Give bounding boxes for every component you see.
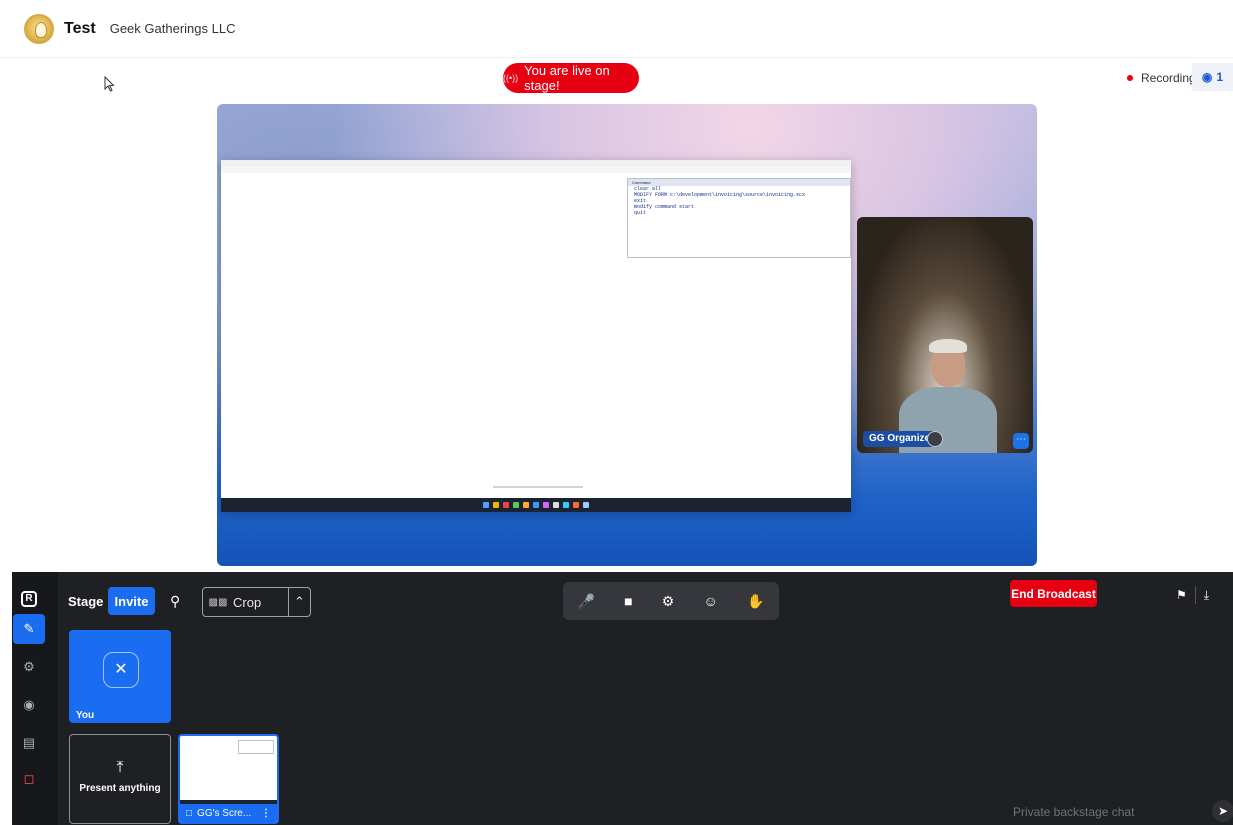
camera-person-hair <box>929 339 967 353</box>
top-bar: Test Geek Gatherings LLC <box>0 0 1233 58</box>
search-icon[interactable]: ⚲ <box>170 593 180 610</box>
recording-label: Recording <box>1141 71 1196 85</box>
event-title: Test <box>64 19 96 37</box>
self-label: You <box>76 710 95 721</box>
crop-label: Crop <box>233 594 262 610</box>
more-options-icon[interactable]: ⋮ <box>261 808 271 819</box>
viewer-count-button[interactable]: ◉ 1 <box>1192 63 1233 91</box>
reaction-icon[interactable]: ☺ <box>704 593 718 609</box>
participant-avatar-icon <box>927 431 943 447</box>
camera-icon[interactable]: ■ <box>624 593 632 609</box>
shared-window-menubar <box>221 167 851 173</box>
share-tile-footer: □ GG's Scre... ⋮ <box>180 804 277 822</box>
wrench-icon[interactable]: ⚙ <box>13 652 45 682</box>
command-window-title: Command <box>628 179 850 186</box>
recording-indicator: Recording <box>1127 71 1196 85</box>
palette-icon[interactable]: ◉ <box>13 690 45 720</box>
media-controls: 🎤 ■ ⚙ ☺ ✋ <box>563 582 779 620</box>
command-window: Command clear all MODIFY FORM c:\develop… <box>627 178 851 258</box>
live-status-text: You are live on stage! <box>524 63 610 93</box>
upload-icon: ⤒ <box>116 759 124 776</box>
stage-logo-icon[interactable]: R <box>13 584 45 614</box>
stage-tab-label[interactable]: Stage <box>68 594 103 609</box>
chat-icon[interactable]: ▤ <box>13 728 45 758</box>
share-preview-window <box>238 740 274 754</box>
camera-tile[interactable]: GG Organizer ⋯ <box>857 217 1033 453</box>
self-tile[interactable]: ✕ You <box>69 630 171 723</box>
crop-layout-select[interactable]: ▩▩ Crop ⌃ <box>202 587 311 617</box>
camera-more-options-icon[interactable]: ⋯ <box>1013 433 1029 449</box>
divider <box>1194 586 1196 604</box>
screen-share-icon: □ <box>186 807 193 819</box>
close-icon[interactable]: ✕ <box>103 652 139 688</box>
send-icon[interactable]: ➤ <box>1212 800 1233 822</box>
shared-window-scrollbar <box>493 486 583 488</box>
eye-icon: ◉ <box>1201 70 1213 84</box>
download-icon[interactable]: ⤓ <box>1204 588 1209 603</box>
raise-hand-icon[interactable]: ✋ <box>747 593 764 610</box>
stage-canvas: Command clear all MODIFY FORM c:\develop… <box>217 104 1037 566</box>
backstage-chat-input[interactable]: Private backstage chat <box>1013 805 1134 819</box>
right-panel-actions: ⚑ ⤓ <box>1176 584 1233 606</box>
broadcast-icon: ((•)) <box>503 73 519 83</box>
shared-screen: Command clear all MODIFY FORM c:\develop… <box>221 160 851 512</box>
present-label: Present anything <box>79 783 161 794</box>
live-status-badge: ((•)) You are live on stage! <box>503 63 639 93</box>
end-broadcast-button[interactable]: End Broadcast <box>1010 580 1097 607</box>
viewer-count: 1 <box>1216 70 1224 84</box>
screen-share-tile[interactable]: □ GG's Scre... ⋮ <box>178 734 279 824</box>
shared-taskbar <box>221 498 851 512</box>
mouse-cursor-icon <box>104 76 115 92</box>
settings-icon[interactable]: ⚙ <box>662 593 675 610</box>
microphone-icon[interactable]: 🎤 <box>578 593 595 610</box>
event-logo-icon <box>24 13 54 44</box>
share-tile-label: GG's Scre... <box>197 807 252 819</box>
present-anything-tile[interactable]: ⤒ Present anything <box>69 734 171 824</box>
command-line: quit <box>634 210 647 216</box>
invite-button[interactable]: Invite <box>108 587 155 615</box>
organization-name: Geek Gatherings LLC <box>109 21 236 36</box>
layout-icon: ▩▩ <box>208 596 228 608</box>
flag-icon[interactable]: ⚑ <box>1176 588 1187 602</box>
recording-dot-icon <box>1127 75 1133 81</box>
chevron-up-icon[interactable]: ⌃ <box>288 588 310 616</box>
exit-icon[interactable]: ◻ <box>13 764 45 794</box>
brush-icon[interactable]: ✎ <box>13 614 45 644</box>
shared-window-titlebar <box>221 160 851 167</box>
